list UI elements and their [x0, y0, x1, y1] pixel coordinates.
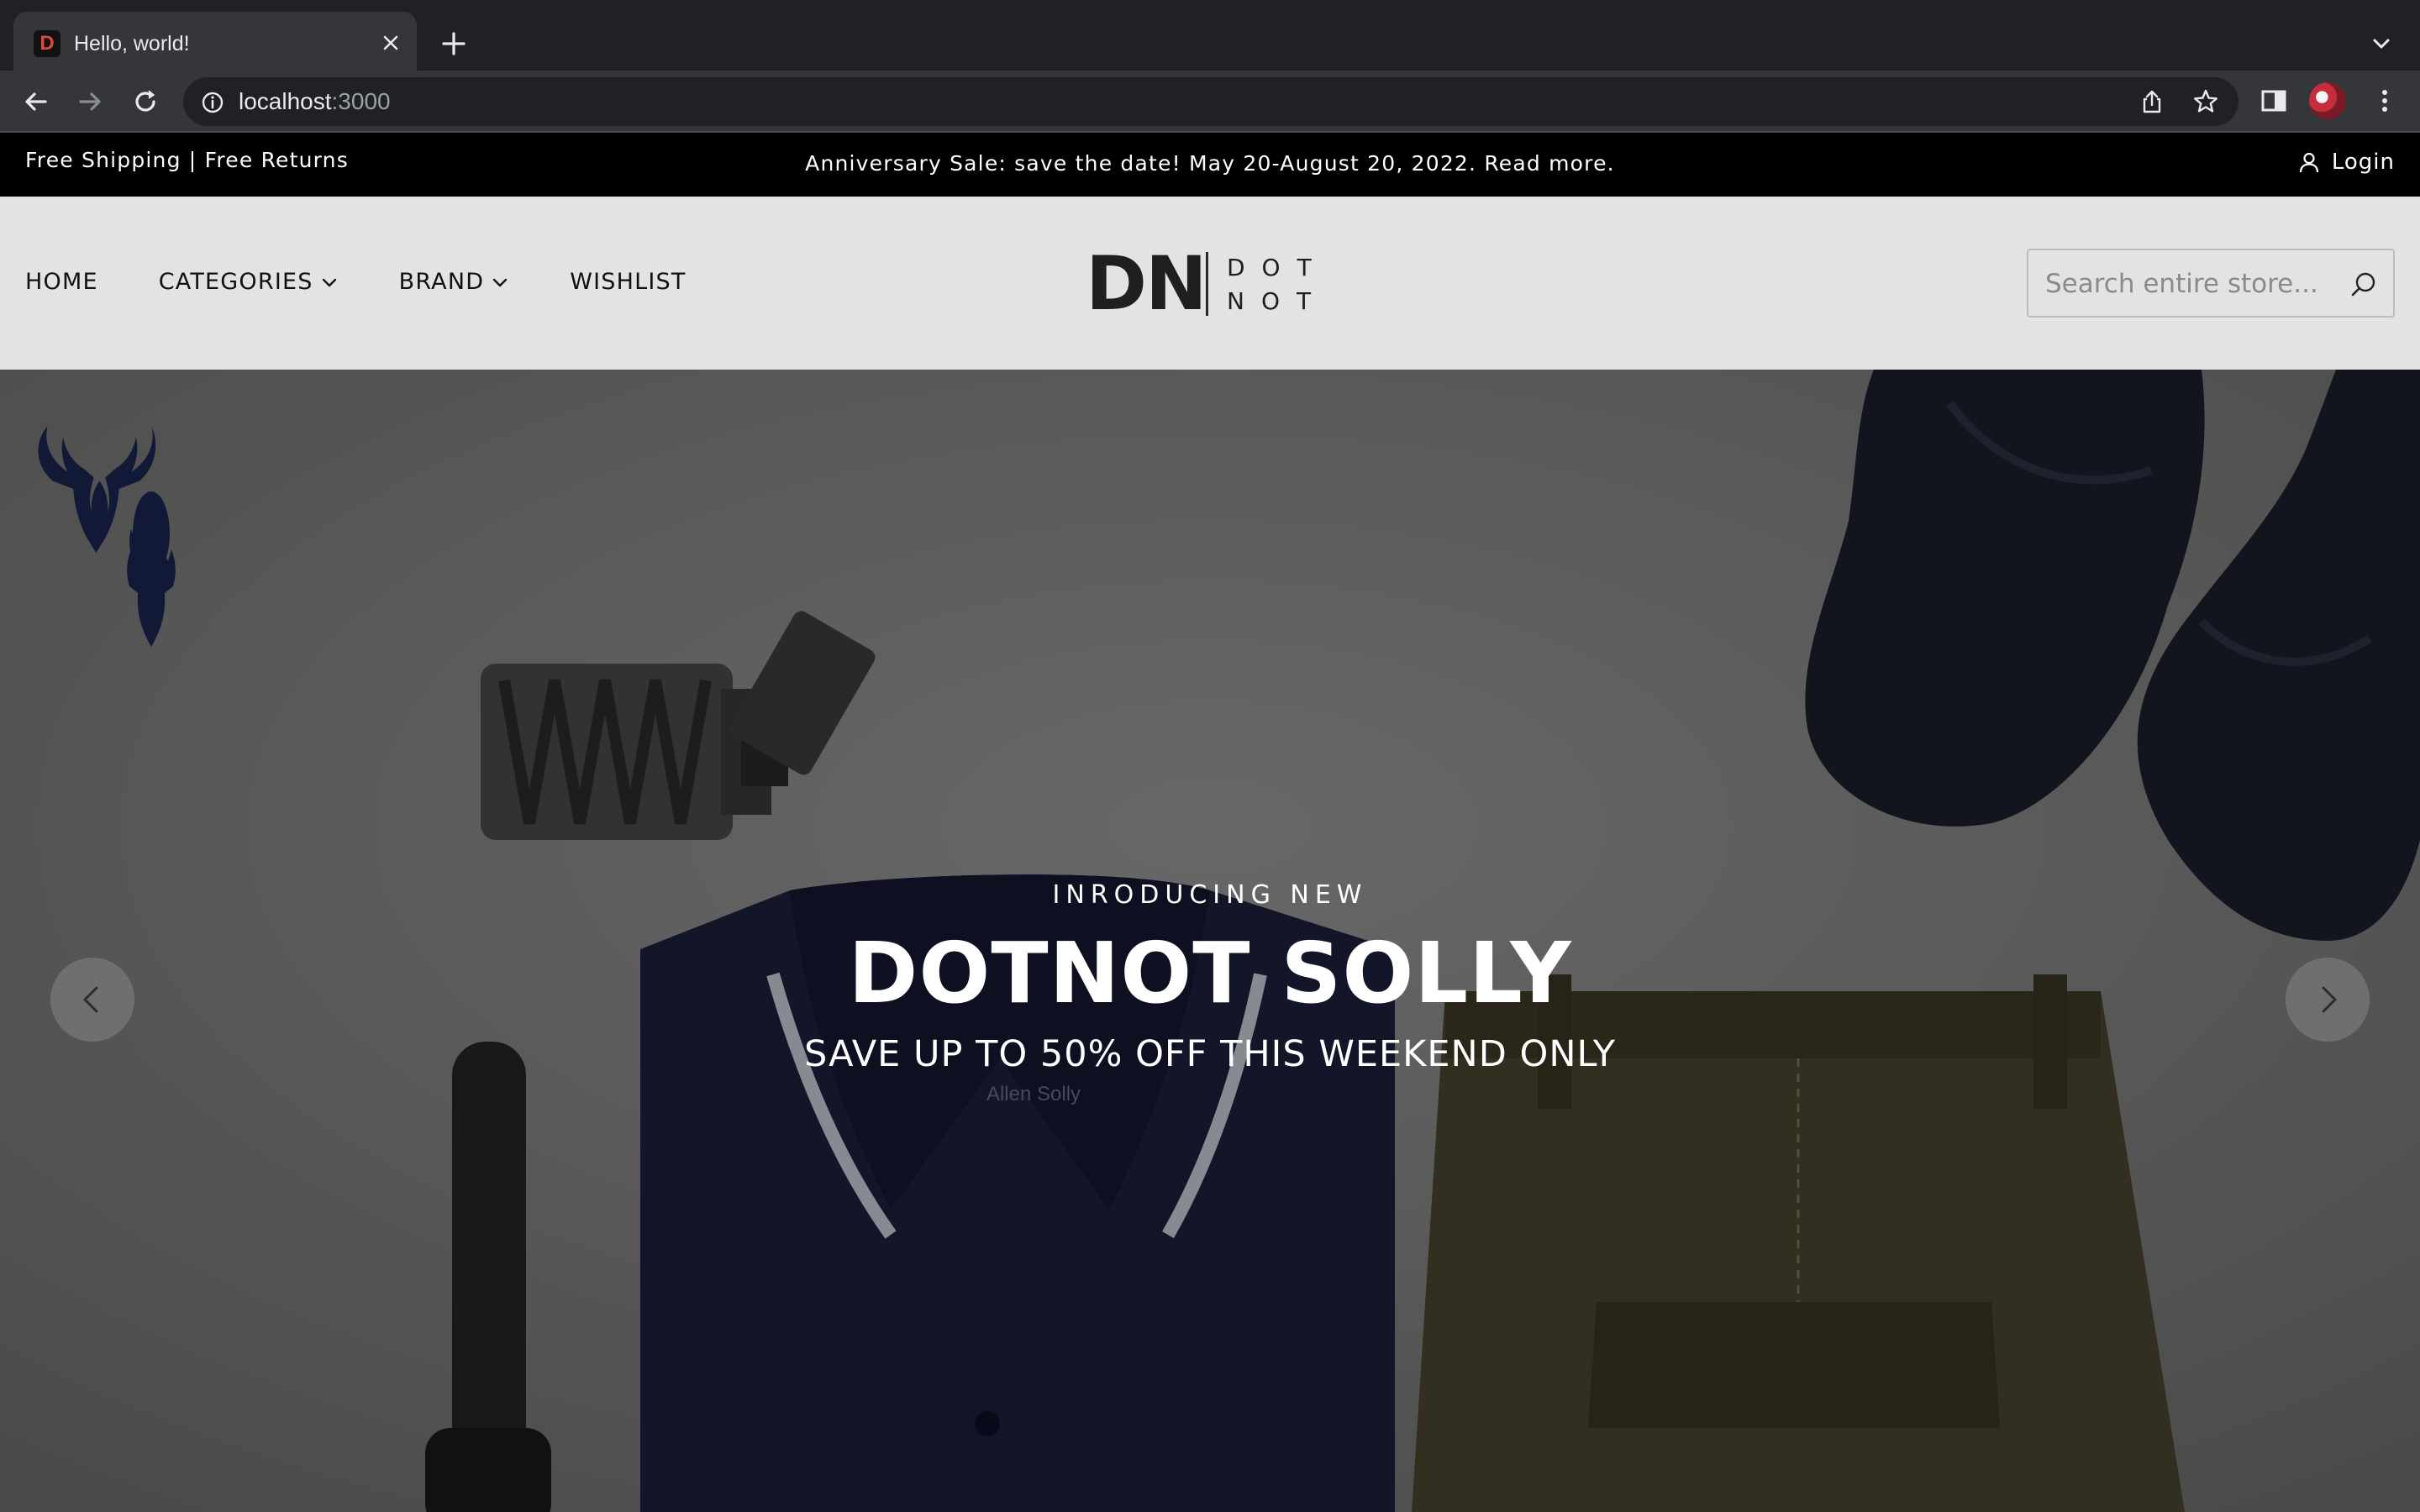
plus-icon[interactable]: [437, 27, 471, 60]
nav-label: BRAND: [398, 269, 485, 295]
chevron-right-icon: [2322, 986, 2337, 1013]
browser-tab-strip: D Hello, world!: [0, 0, 2420, 71]
address-bar[interactable]: localhost:3000: [183, 77, 2238, 126]
hero-subtitle: SAVE UP TO 50% OFF THIS WEEKEND ONLY: [803, 1033, 1617, 1075]
url-host: localhost: [239, 88, 332, 114]
site-header: HOME CATEGORIES BRAND WISHLIST DN DOT NO…: [0, 197, 2420, 370]
nav-label: CATEGORIES: [158, 269, 313, 295]
carousel-prev-button[interactable]: [50, 958, 134, 1042]
profile-avatar[interactable]: [2309, 82, 2346, 119]
nav-item-brand[interactable]: BRAND: [399, 269, 510, 295]
sale-announcement: Anniversary Sale: save the date! May 20-…: [0, 151, 2420, 176]
chevron-down-icon: [493, 278, 508, 286]
site-logo[interactable]: DN DOT NOT: [1086, 240, 1338, 327]
logo-line-1: DOT: [1227, 254, 1328, 281]
info-icon[interactable]: [200, 90, 225, 115]
chevron-left-icon: [83, 986, 98, 1013]
chevron-down-icon[interactable]: [2366, 29, 2396, 59]
browser-toolbar: localhost:3000: [0, 71, 2420, 133]
read-more-link[interactable]: Read more.: [1484, 151, 1614, 176]
sale-text: Anniversary Sale: save the date! May 20-…: [805, 151, 1477, 176]
chevron-down-icon: [322, 278, 336, 286]
logo-line-2: NOT: [1227, 287, 1328, 315]
main-nav: HOME CATEGORIES BRAND WISHLIST: [25, 269, 747, 295]
close-icon[interactable]: [376, 29, 405, 57]
logo-divider: [1206, 252, 1208, 316]
kebab-menu-icon[interactable]: [2368, 84, 2402, 118]
search-box: [2027, 249, 2395, 318]
user-icon: [2299, 152, 2318, 173]
hero-banner: Allen Solly INRODUCING NEW DOTNOT SOLLY …: [0, 370, 2420, 1512]
nav-item-categories[interactable]: CATEGORIES: [159, 269, 339, 295]
side-panel-icon[interactable]: [2257, 84, 2291, 118]
reload-icon[interactable]: [128, 84, 163, 119]
share-icon[interactable]: [2138, 87, 2166, 116]
hero-eyebrow: INRODUCING NEW: [1052, 880, 1368, 910]
url-text: localhost:3000: [239, 87, 391, 116]
search-icon[interactable]: [2349, 270, 2378, 299]
browser-tab[interactable]: D Hello, world!: [13, 12, 417, 71]
arrow-right-icon[interactable]: [72, 84, 108, 119]
nav-item-home[interactable]: HOME: [25, 269, 98, 295]
search-input[interactable]: [2045, 265, 2339, 302]
star-icon[interactable]: [2191, 87, 2220, 116]
carousel-next-button[interactable]: [2286, 958, 2370, 1042]
tab-favicon-icon: D: [34, 30, 60, 57]
login-label: Login: [2331, 150, 2395, 175]
logo-mark: DN: [1086, 240, 1207, 327]
announcement-bar: Free Shipping | Free Returns Anniversary…: [0, 133, 2420, 197]
login-link[interactable]: Login: [2298, 150, 2395, 175]
nav-item-wishlist[interactable]: WISHLIST: [570, 269, 686, 295]
nav-label: HOME: [25, 269, 98, 295]
nav-label: WISHLIST: [570, 269, 687, 295]
url-port: :3000: [331, 88, 391, 114]
hero-title: DOTNOT SOLLY: [848, 924, 1572, 1022]
tab-title: Hello, world!: [74, 32, 190, 55]
arrow-left-icon[interactable]: [18, 84, 54, 119]
